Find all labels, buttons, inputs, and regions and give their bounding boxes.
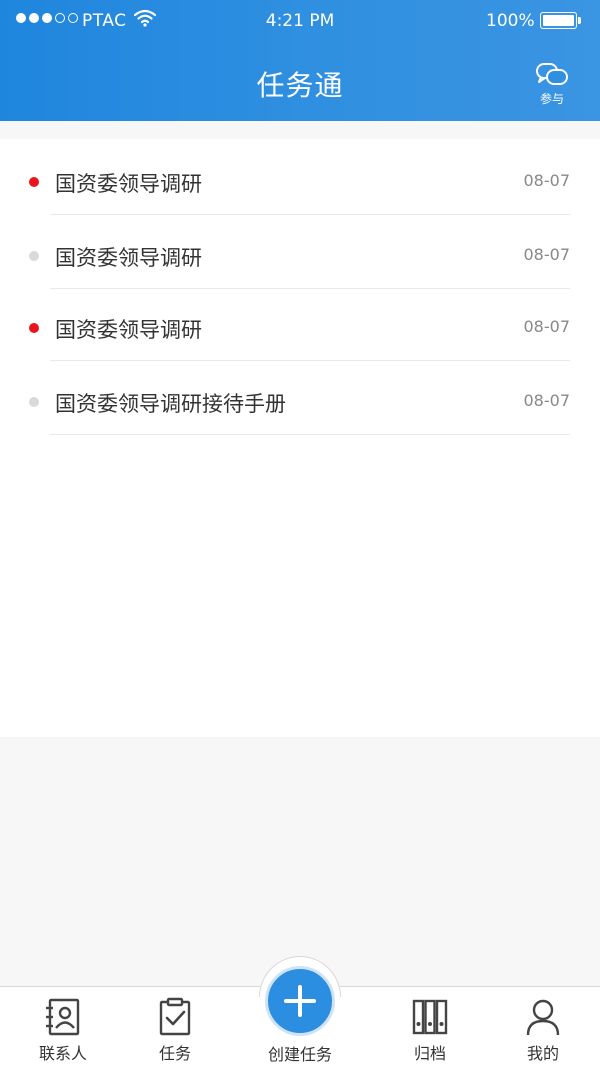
task-date: 08-07: [523, 171, 571, 190]
task-title: 国资委领导调研: [55, 172, 202, 196]
read-indicator: [29, 251, 39, 261]
task-row[interactable]: 国资委领导调研 08-07: [0, 215, 600, 289]
participate-button[interactable]: 参与: [528, 62, 576, 110]
tab-mine-label: 我的: [526, 1044, 559, 1063]
participate-label: 参与: [539, 92, 564, 106]
unread-indicator: [29, 177, 39, 187]
archive-binders-icon: [412, 999, 448, 1035]
task-date: 08-07: [523, 245, 571, 264]
task-date: 08-07: [523, 391, 571, 410]
user-profile-icon: [526, 999, 560, 1036]
task-date: 08-07: [523, 317, 571, 336]
clipboard-check-icon: [159, 997, 191, 1036]
tab-mine[interactable]: 我的: [498, 987, 588, 1067]
task-row[interactable]: 国资委领导调研 08-07: [0, 287, 600, 361]
tab-contacts-label: 联系人: [38, 1044, 87, 1063]
battery-cap: [578, 17, 581, 24]
tab-tasks[interactable]: 任务: [130, 987, 220, 1067]
page-title: 任务通: [256, 69, 344, 102]
header: PTAC 4:21 PM 100% 任务通 参与: [0, 0, 600, 121]
battery-percentage: 100%: [486, 11, 535, 31]
task-title: 国资委领导调研: [55, 318, 202, 342]
task-list: 国资委领导调研 08-07 国资委领导调研 08-07 国资委领导调研 08-0…: [0, 139, 600, 737]
chat-bubbles-icon: [536, 63, 568, 85]
tab-tasks-label: 任务: [158, 1044, 191, 1063]
create-task-button[interactable]: [265, 966, 335, 1036]
task-row[interactable]: 国资委领导调研接待手册 08-07: [0, 361, 600, 435]
tab-archive-label: 归档: [413, 1044, 446, 1063]
contacts-book-icon: [46, 998, 80, 1036]
read-indicator: [29, 397, 39, 407]
unread-indicator: [29, 323, 39, 333]
task-row[interactable]: 国资委领导调研 08-07: [0, 141, 600, 215]
tab-contacts[interactable]: 联系人: [18, 987, 108, 1067]
row-divider: [50, 434, 570, 435]
battery-icon: [540, 12, 577, 29]
tab-archive[interactable]: 归档: [385, 987, 475, 1067]
create-task-label: 创建任务: [267, 1045, 332, 1064]
status-bar: PTAC 4:21 PM 100%: [0, 0, 600, 42]
task-title: 国资委领导调研: [55, 246, 202, 270]
task-title: 国资委领导调研接待手册: [55, 392, 286, 416]
plus-icon: [284, 985, 316, 1017]
